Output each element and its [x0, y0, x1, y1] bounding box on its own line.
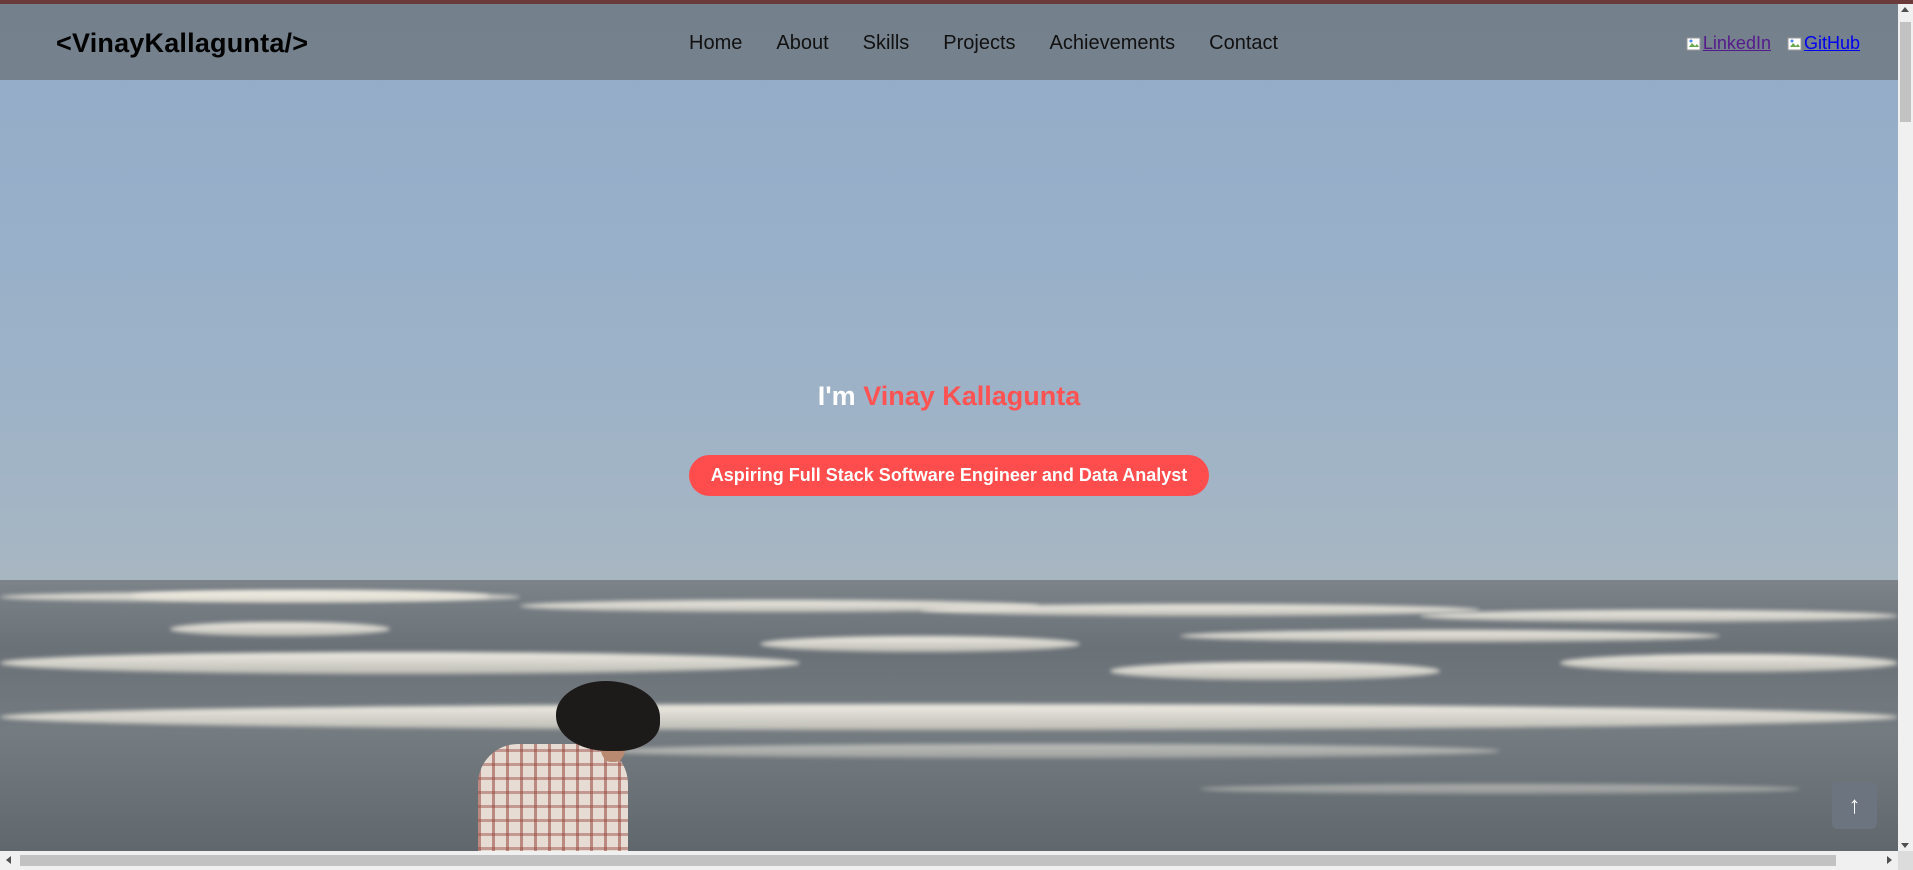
back-to-top-button[interactable]: ↑: [1832, 782, 1877, 829]
nav-link-about[interactable]: About: [776, 32, 828, 55]
nav-link-skills[interactable]: Skills: [863, 32, 910, 55]
hero-headline: I'm Vinay Kallagunta: [0, 381, 1898, 412]
nav-link-home[interactable]: Home: [689, 32, 742, 55]
brand-logo[interactable]: <VinayKallagunta/>: [56, 28, 308, 59]
hero-tagline-badge: Aspiring Full Stack Software Engineer an…: [688, 455, 1210, 496]
linkedin-link-label: LinkedIn: [1702, 33, 1771, 53]
scroll-left-arrow-icon[interactable]: [6, 856, 11, 864]
broken-image-icon: [1686, 36, 1702, 52]
person-hair: [556, 681, 660, 751]
vertical-scrollbar[interactable]: [1898, 4, 1913, 851]
horizontal-scrollbar[interactable]: [0, 851, 1898, 870]
github-link-label: GitHub: [1803, 33, 1860, 53]
nav-link-achievements[interactable]: Achievements: [1050, 32, 1176, 55]
arrow-up-icon: ↑: [1848, 791, 1861, 819]
nav-link-contact[interactable]: Contact: [1209, 32, 1278, 55]
linkedin-link[interactable]: LinkedIn: [1686, 33, 1771, 54]
navbar: <VinayKallagunta/> Home About Skills Pro…: [0, 4, 1898, 80]
hero-tagline-wrap: Aspiring Full Stack Software Engineer an…: [0, 455, 1898, 496]
hero-section: [0, 4, 1898, 851]
horizontal-scrollbar-thumb[interactable]: [20, 855, 1836, 866]
hero-greeting: I'm: [817, 381, 856, 411]
hero-name: Vinay Kallagunta: [863, 381, 1081, 411]
github-link[interactable]: GitHub: [1787, 33, 1860, 54]
nav-link-projects[interactable]: Projects: [943, 32, 1015, 55]
scroll-up-arrow-icon[interactable]: [1901, 7, 1909, 12]
scroll-down-arrow-icon[interactable]: [1901, 843, 1909, 848]
broken-image-icon: [1787, 36, 1803, 52]
scroll-right-arrow-icon[interactable]: [1887, 856, 1892, 864]
scrollbar-corner: [1898, 851, 1913, 870]
vertical-scrollbar-thumb[interactable]: [1900, 22, 1911, 122]
social-links: LinkedIn GitHub: [1686, 33, 1860, 54]
nav-links: Home About Skills Projects Achievements …: [689, 32, 1312, 55]
